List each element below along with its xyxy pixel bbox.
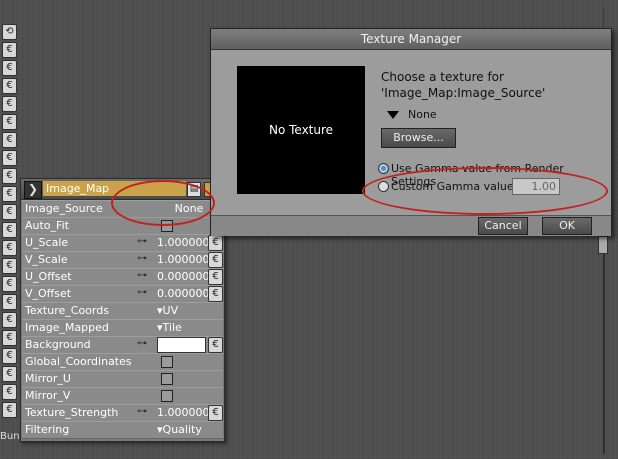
annotation-ellipse xyxy=(362,167,608,215)
cancel-button[interactable]: Cancel xyxy=(478,217,528,235)
row-label: Mirror_V xyxy=(25,389,71,402)
link-icon[interactable]: ⊶ xyxy=(137,407,153,417)
filtering-value: Quality xyxy=(162,423,202,436)
port-icon[interactable]: € xyxy=(2,96,17,112)
row-label: Background xyxy=(25,338,91,351)
row-v-scale[interactable]: V_Scale ⊶ 1.000000 € xyxy=(22,251,223,269)
port-icon[interactable]: € xyxy=(2,204,17,220)
u-scale-value[interactable]: 1.000000 xyxy=(157,236,210,249)
image-mapped-value: Tile xyxy=(162,321,182,334)
port-icon[interactable]: € xyxy=(2,258,17,274)
dialog-title[interactable]: Texture Manager xyxy=(211,29,611,50)
texture-prompt: Choose a texture for 'Image_Map:Image_So… xyxy=(381,69,545,101)
link-icon[interactable]: ⊶ xyxy=(137,237,153,247)
input-port-icon[interactable]: € xyxy=(208,405,223,421)
link-icon[interactable]: ⊶ xyxy=(137,339,153,349)
u-offset-value[interactable]: 0.000000 xyxy=(157,270,210,283)
row-label: Texture_Strength xyxy=(25,406,119,419)
port-icon[interactable]: € xyxy=(2,60,17,76)
port-icon[interactable]: ⟲ xyxy=(2,24,17,40)
row-v-offset[interactable]: V_Offset ⊶ 0.000000 € xyxy=(22,285,223,303)
mirror-v-checkbox[interactable] xyxy=(161,390,173,402)
row-label: V_Scale xyxy=(25,253,68,266)
background-color-swatch[interactable] xyxy=(157,337,206,353)
v-scale-value[interactable]: 1.000000 xyxy=(157,253,210,266)
port-icon[interactable]: € xyxy=(2,384,17,400)
row-u-scale[interactable]: U_Scale ⊶ 1.000000 € xyxy=(22,234,223,252)
row-global-coordinates[interactable]: Global_Coordinates xyxy=(22,353,223,371)
port-icon[interactable]: € xyxy=(2,168,17,184)
row-label: Global_Coordinates xyxy=(25,355,132,368)
row-label: U_Scale xyxy=(25,236,69,249)
row-u-offset[interactable]: U_Offset ⊶ 0.000000 € xyxy=(22,268,223,286)
row-texture-strength[interactable]: Texture_Strength ⊶ 1.000000 € xyxy=(22,404,223,422)
scroll-rail xyxy=(603,254,605,454)
port-icon[interactable]: € xyxy=(2,150,17,166)
row-label: Mirror_U xyxy=(25,372,71,385)
prompt-line-2: 'Image_Map:Image_Source' xyxy=(381,86,546,100)
row-background[interactable]: Background ⊶ € xyxy=(22,336,223,354)
input-port-icon[interactable]: € xyxy=(208,269,223,285)
input-port-icon[interactable]: € xyxy=(208,337,223,353)
dialog-button-bar: Cancel OK xyxy=(211,215,611,236)
image-mapped-dropdown[interactable]: ▾Tile xyxy=(157,321,182,334)
link-icon[interactable]: ⊶ xyxy=(137,254,153,264)
row-label: Image_Source xyxy=(25,202,103,215)
texture-preview: No Texture xyxy=(237,66,365,194)
row-texture-coords[interactable]: Texture_Coords ▾UV xyxy=(22,302,223,320)
row-label: Texture_Coords xyxy=(25,304,109,317)
prompt-line-1: Choose a texture for xyxy=(381,70,504,84)
port-icon[interactable]: € xyxy=(2,222,17,238)
row-label: U_Offset xyxy=(25,270,72,283)
row-image-mapped[interactable]: Image_Mapped ▾Tile xyxy=(22,319,223,337)
row-label: Image_Mapped xyxy=(25,321,109,334)
row-label: Auto_Fit xyxy=(25,219,69,232)
row-mirror-v[interactable]: Mirror_V xyxy=(22,387,223,405)
node-logo-icon: ❯ xyxy=(24,181,42,199)
port-icon[interactable]: € xyxy=(2,294,17,310)
port-icon[interactable]: € xyxy=(2,132,17,148)
global-coordinates-checkbox[interactable] xyxy=(161,356,173,368)
texture-strength-value[interactable]: 1.000000 xyxy=(157,406,210,419)
port-icon[interactable]: € xyxy=(2,330,17,346)
mirror-u-checkbox[interactable] xyxy=(161,373,173,385)
port-icon[interactable]: € xyxy=(2,42,17,58)
port-icon[interactable]: € xyxy=(2,240,17,256)
link-icon[interactable]: ⊶ xyxy=(137,288,153,298)
annotation-ellipse xyxy=(111,180,215,226)
input-port-icon[interactable]: € xyxy=(208,235,223,251)
selected-texture[interactable]: None xyxy=(408,108,437,121)
port-icon[interactable]: € xyxy=(2,78,17,94)
filtering-dropdown[interactable]: ▾Quality xyxy=(157,423,202,436)
browse-button[interactable]: Browse... xyxy=(381,128,456,148)
input-port-icon[interactable]: € xyxy=(208,286,223,302)
partial-node-label: Bun xyxy=(0,431,20,442)
scroll-handle[interactable] xyxy=(598,236,608,254)
ok-button[interactable]: OK xyxy=(542,217,592,235)
port-icon[interactable]: € xyxy=(2,186,17,202)
row-mirror-u[interactable]: Mirror_U xyxy=(22,370,223,388)
link-icon[interactable]: ⊶ xyxy=(137,271,153,281)
input-port-icon[interactable]: € xyxy=(208,252,223,268)
row-label: V_Offset xyxy=(25,287,72,300)
port-icon[interactable]: € xyxy=(2,312,17,328)
texture-coords-value: UV xyxy=(162,304,179,317)
left-port-strip: ⟲ € € € € € € € € € € € € € € € € € € € … xyxy=(0,18,18,438)
texture-dropdown-arrow-icon[interactable] xyxy=(387,111,399,119)
port-icon[interactable]: € xyxy=(2,366,17,382)
port-icon[interactable]: € xyxy=(2,402,17,418)
row-filtering[interactable]: Filtering ▾Quality xyxy=(22,421,223,439)
v-offset-value[interactable]: 0.000000 xyxy=(157,287,210,300)
render-gamma-radio[interactable] xyxy=(378,163,389,174)
port-icon[interactable]: € xyxy=(2,114,17,130)
port-icon[interactable]: € xyxy=(2,276,17,292)
texture-coords-dropdown[interactable]: ▾UV xyxy=(157,304,178,317)
port-icon[interactable]: € xyxy=(2,348,17,364)
